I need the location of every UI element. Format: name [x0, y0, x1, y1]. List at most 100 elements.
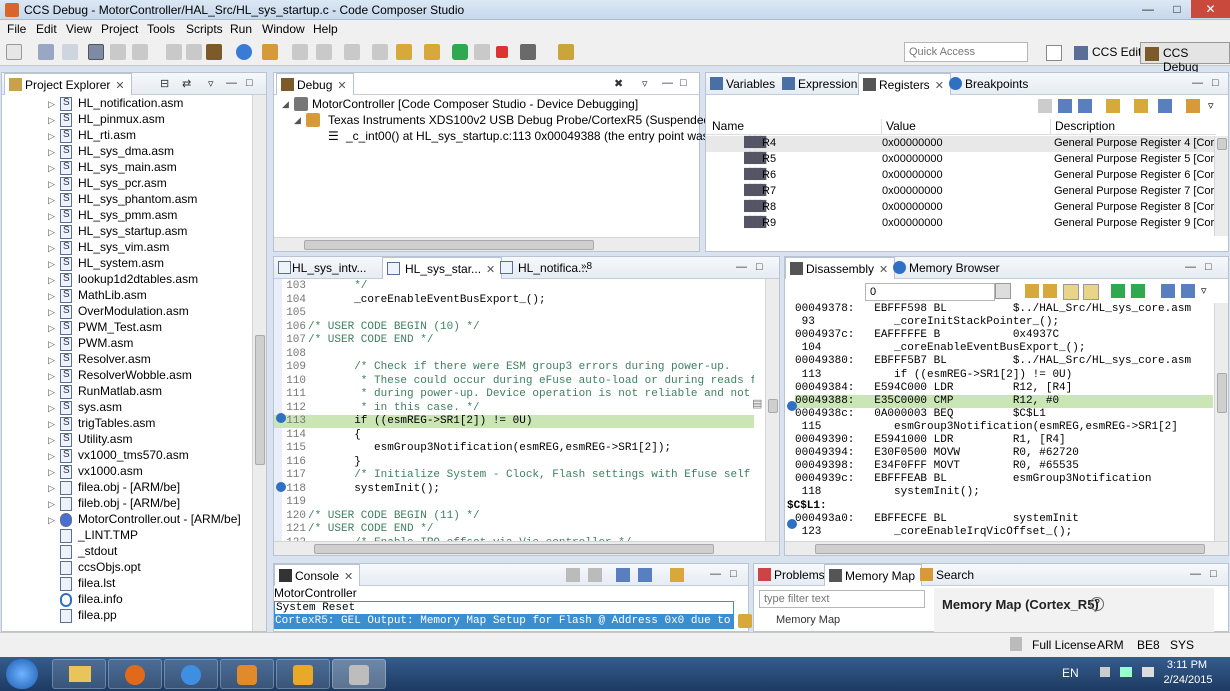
expand-arrow-icon[interactable]: ▷ [48, 339, 55, 350]
view-menu-icon[interactable]: ▿ [208, 77, 214, 90]
tree-item[interactable]: ▷ HL_rti.asm [2, 128, 252, 144]
expand-arrow-icon[interactable]: ▷ [48, 115, 55, 126]
menu-project[interactable]: Project [101, 22, 138, 36]
terminate-icon[interactable] [496, 46, 508, 58]
tree-item[interactable]: ▷ HL_notification.asm [2, 96, 252, 112]
column-name[interactable]: Name [712, 119, 744, 133]
tree-item[interactable]: ▷ Resolver.asm [2, 352, 252, 368]
code-line[interactable]: 119 [274, 496, 754, 509]
ccs-edit-perspective[interactable]: CCS Edit [1070, 42, 1145, 64]
tree-item[interactable]: ▷ PWM_Test.asm [2, 320, 252, 336]
debug-config-icon[interactable] [132, 44, 148, 60]
code-line[interactable]: 112 * in this case. */ [274, 402, 754, 415]
restart-icon[interactable] [396, 44, 412, 60]
debug-hscroll[interactable] [274, 237, 699, 251]
tree-item[interactable]: ▷ RunMatlab.asm [2, 384, 252, 400]
minimize-view-icon[interactable]: — [1190, 568, 1201, 580]
expand-arrow-icon[interactable]: ▷ [48, 99, 55, 110]
view-menu-icon[interactable]: ▿ [1201, 284, 1207, 297]
code-line[interactable]: 104 _coreEnableEventBusExport_(); [274, 294, 754, 307]
code-line[interactable]: 106/* USER CODE BEGIN (10) */ [274, 321, 754, 334]
disassembly-line[interactable]: 0004939c: EBFFFEAB BL esmGroup3Notificat… [795, 473, 1213, 486]
code-line[interactable]: 105 [274, 307, 754, 320]
link-pc-icon[interactable] [1043, 284, 1057, 298]
display-console-icon[interactable] [638, 568, 652, 582]
code-line[interactable]: 113 if ((esmREG->SR1[2]) != 0U) [274, 415, 754, 428]
import-icon[interactable] [1134, 99, 1148, 113]
ie-taskbar-button[interactable] [164, 659, 218, 689]
suspend-icon[interactable] [474, 44, 490, 60]
tab-console[interactable]: Console ✕ [274, 564, 361, 586]
disassembly-line[interactable]: 104 _coreEnableEventBusExport_(); [795, 342, 1213, 355]
tree-item[interactable]: ▷ Utility.asm [2, 432, 252, 448]
language-indicator[interactable]: EN [1062, 666, 1079, 680]
register-row[interactable]: ████ R5 0x00000000 General Purpose Register… [706, 152, 1223, 168]
explorer-taskbar-button[interactable] [52, 659, 106, 689]
close-button[interactable]: ✕ [1191, 0, 1230, 18]
step-over-icon[interactable] [1131, 284, 1145, 298]
tree-item[interactable]: ▷ HL_sys_phantom.asm [2, 192, 252, 208]
new-icon[interactable] [6, 44, 22, 60]
expand-arrow-icon[interactable]: ▷ [48, 195, 55, 206]
quick-access-input[interactable]: Quick Access [904, 42, 1028, 62]
tab-expressions[interactable]: Expressions [778, 73, 869, 95]
menu-file[interactable]: File [7, 22, 26, 36]
tree-item[interactable]: ▷ HL_sys_dma.asm [2, 144, 252, 160]
console-pin-icon[interactable] [738, 614, 752, 628]
tree-item[interactable]: ▷ HL_sys_pcr.asm [2, 176, 252, 192]
media-taskbar-button[interactable] [220, 659, 274, 689]
scroll-thumb[interactable] [815, 544, 1205, 554]
external-tools-icon[interactable] [262, 44, 278, 60]
disconnect-icon[interactable] [344, 44, 360, 60]
volume-icon[interactable] [1142, 667, 1154, 677]
expand-arrow-icon[interactable]: ▷ [48, 259, 55, 270]
scroll-thumb[interactable] [1217, 373, 1227, 413]
start-button[interactable] [6, 659, 38, 689]
tree-item[interactable]: ▷ PWM.asm [2, 336, 252, 352]
disassembly-line[interactable]: 123 _coreEnableIrqVicOffset_(); [795, 526, 1213, 539]
disassembly-hscroll[interactable] [785, 541, 1228, 555]
memory-map-tree-item[interactable]: Memory Map [776, 614, 840, 626]
collapse-icon[interactable] [1058, 99, 1072, 113]
disassembly-line[interactable]: 00049384: E594C000 LDR R12, [R4] [795, 382, 1213, 395]
expand-arrow-icon[interactable]: ▷ [48, 179, 55, 190]
tab-search[interactable]: Search [916, 564, 980, 586]
close-icon[interactable]: ✕ [879, 264, 888, 276]
code-line[interactable]: 117 /* Initialize System - Clock, Flash … [274, 469, 754, 482]
expand-arrow-icon[interactable]: ▷ [48, 419, 55, 430]
tree-item[interactable]: ▷ MotorController.out - [ARM/be] [2, 512, 252, 528]
tree-item[interactable]: ▷ MathLib.asm [2, 288, 252, 304]
disassembly-listing[interactable]: 00049378: EBFFF598 BL $../HAL_Src/HL_sys… [785, 303, 1213, 541]
tab-registers[interactable]: Registers ✕ [858, 73, 951, 95]
refresh-icon[interactable] [1025, 284, 1039, 298]
help-icon[interactable]: ? [1090, 597, 1104, 611]
connect-icon[interactable] [316, 44, 332, 60]
more-tabs[interactable]: »8 [579, 257, 598, 279]
firefox-taskbar-button[interactable] [108, 659, 162, 689]
editor-hscroll[interactable] [274, 541, 779, 555]
minimize-view-icon[interactable]: — [736, 261, 747, 273]
maximize-view-icon[interactable]: □ [1205, 261, 1212, 273]
expand-arrow-icon[interactable]: ▷ [48, 243, 55, 254]
scroll-thumb[interactable] [304, 240, 594, 250]
register-value[interactable]: 0x00000000 [882, 169, 943, 181]
expand-arrow-icon[interactable]: ▷ [48, 371, 55, 382]
debug-bug-icon[interactable] [206, 44, 222, 60]
disassembly-line[interactable]: 00049380: EBFFF5B7 BL $../HAL_Src/HL_sys… [795, 355, 1213, 368]
tab-hl-sys-startup[interactable]: HL_sys_star... ✕ [382, 257, 503, 279]
remove-terminated-icon[interactable]: ✖ [614, 77, 623, 90]
maximize-view-icon[interactable]: □ [756, 261, 763, 273]
disassembly-line[interactable]: 0004937c: EAFFFFFE B 0x4937C [795, 329, 1213, 342]
link-editor-icon[interactable]: ⇄ [182, 77, 191, 90]
disassembly-line[interactable]: 00049398: E34F0FFF MOVT R0, #65535 [795, 460, 1213, 473]
menu-view[interactable]: View [66, 22, 92, 36]
tree-item[interactable]: filea.pp [2, 608, 252, 624]
tree-item[interactable]: _LINT.TMP [2, 528, 252, 544]
layout-icon[interactable] [1078, 99, 1092, 113]
expand-arrow-icon[interactable]: ▷ [48, 355, 55, 366]
save-icon[interactable] [38, 44, 54, 60]
maximize-view-icon[interactable]: □ [1210, 568, 1217, 580]
reset-icon[interactable] [424, 44, 440, 60]
code-line[interactable]: 118 systemInit(); [274, 483, 754, 496]
code-line[interactable]: 116 } [274, 456, 754, 469]
